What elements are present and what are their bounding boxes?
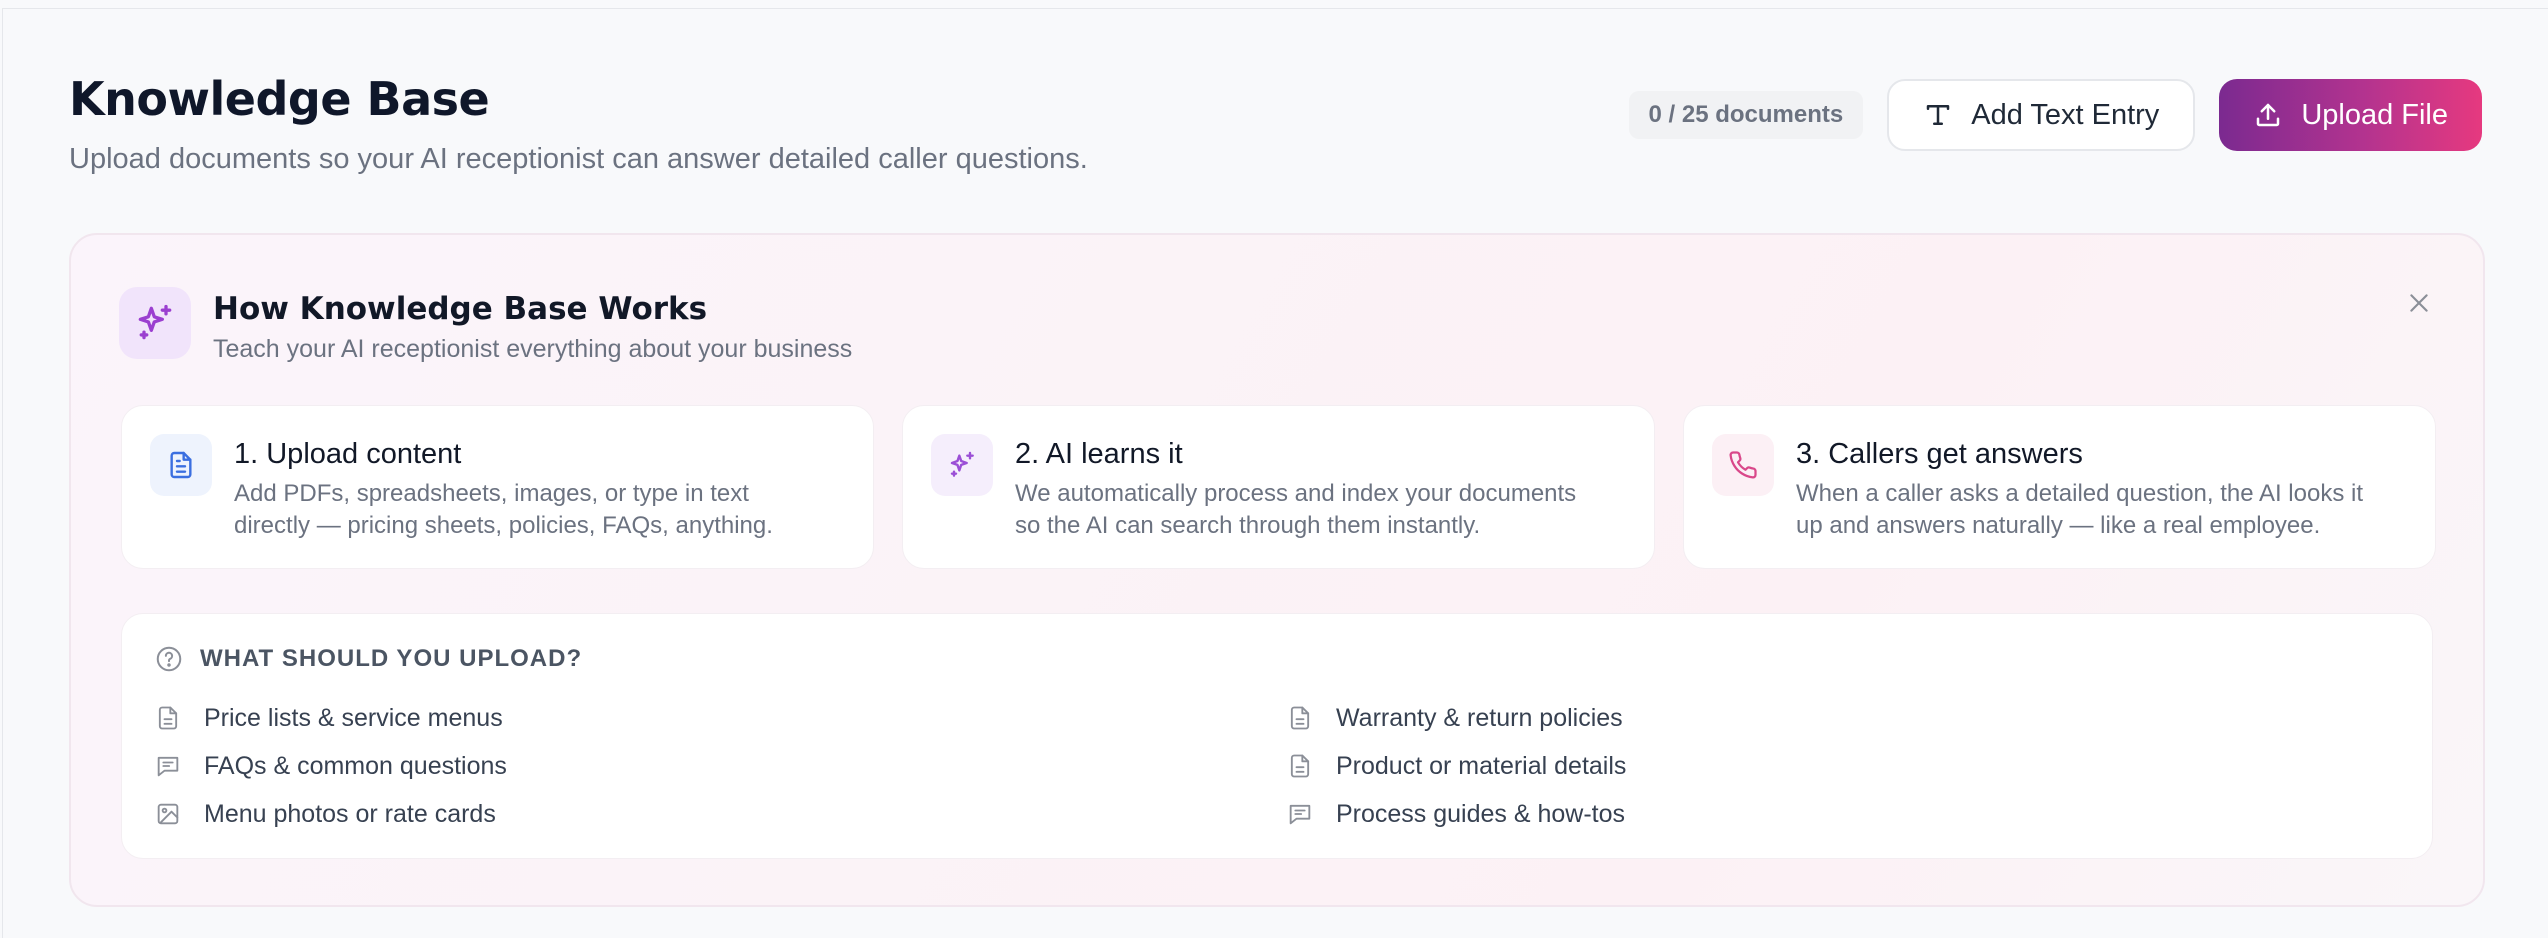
upload-suggestions-right: Warranty & return policies Product or ma… <box>1286 694 1626 838</box>
panel-header: How Knowledge Base Works Teach your AI r… <box>119 287 852 365</box>
upload-suggestion-label: Price lists & service menus <box>204 703 503 732</box>
document-icon <box>1290 754 1310 778</box>
step-description: Add PDFs, spreadsheets, images, or type … <box>234 478 773 542</box>
upload-icon <box>2257 103 2280 127</box>
text-icon <box>1927 105 1950 125</box>
sparkle-badge <box>119 287 191 359</box>
step-description-line: so the AI can search through them instan… <box>1015 512 1481 539</box>
step-icon-badge <box>150 434 212 496</box>
upload-suggestion-label: Process guides & how-tos <box>1336 799 1626 828</box>
image-icon <box>157 803 179 825</box>
panel-title: How Knowledge Base Works <box>213 291 708 327</box>
phone-icon <box>1729 451 1757 479</box>
step-icon-badge <box>931 434 993 496</box>
document-icon <box>170 451 192 479</box>
step-title: 3. Callers get answers <box>1796 438 2083 470</box>
step-description-line: When a caller asks a detailed question, … <box>1796 480 2363 507</box>
chat-icon <box>157 756 179 777</box>
upload-suggestion-item: Product or material details <box>1286 742 1626 790</box>
step-description: When a caller asks a detailed question, … <box>1796 478 2363 542</box>
upload-suggestions-left: Price lists & service menus FAQs & commo… <box>154 694 507 838</box>
step-description-line: up and answers naturally — like a real e… <box>1796 512 2321 539</box>
panel-subtitle: Teach your AI receptionist everything ab… <box>213 335 853 363</box>
step-title: 1. Upload content <box>234 438 462 470</box>
document-count-badge: 0 / 25 documents <box>1628 91 1864 139</box>
step-description-line: We automatically process and index your … <box>1015 480 1577 507</box>
upload-suggestion-label: FAQs & common questions <box>204 751 507 780</box>
close-icon <box>2410 294 2428 312</box>
upload-suggestion-item: Price lists & service menus <box>154 694 507 742</box>
upload-suggestions-header: WHAT SHOULD YOU UPLOAD? <box>154 644 582 674</box>
step-description: We automatically process and index your … <box>1015 478 1576 542</box>
upload-suggestion-label: Product or material details <box>1336 751 1627 780</box>
knowledge-base-page: Knowledge Base Upload documents so your … <box>2 8 2548 938</box>
sparkle-icon <box>138 304 172 340</box>
chat-icon <box>1289 804 1311 825</box>
step-card-upload: 1. Upload content Add PDFs, spreadsheets… <box>121 405 874 569</box>
upload-suggestions-box: WHAT SHOULD YOU UPLOAD? Price lists & se… <box>121 613 2433 859</box>
upload-suggestion-item: Process guides & how-tos <box>1286 790 1626 838</box>
add-text-entry-label: Add Text Entry <box>1971 98 2160 131</box>
step-title: 2. AI learns it <box>1015 438 1183 470</box>
close-panel-button[interactable] <box>2401 285 2437 321</box>
header-actions: 0 / 25 documents Add Text Entry Upload F… <box>1628 79 2482 151</box>
step-card-answers: 3. Callers get answers When a caller ask… <box>1683 405 2436 569</box>
document-icon <box>158 706 178 730</box>
upload-suggestion-label: Menu photos or rate cards <box>204 799 496 828</box>
upload-suggestion-item: Warranty & return policies <box>1286 694 1626 742</box>
upload-suggestion-item: Menu photos or rate cards <box>154 790 507 838</box>
steps-row: 1. Upload content Add PDFs, spreadsheets… <box>121 405 2436 569</box>
page-header: Knowledge Base Upload documents so your … <box>69 69 2518 199</box>
add-text-entry-button[interactable]: Add Text Entry <box>1887 79 2196 151</box>
help-circle-icon <box>156 646 182 672</box>
step-icon-badge <box>1712 434 1774 496</box>
upload-file-button[interactable]: Upload File <box>2219 79 2482 151</box>
upload-suggestion-label: Warranty & return policies <box>1336 703 1623 732</box>
step-description-line: Add PDFs, spreadsheets, images, or type … <box>234 480 749 507</box>
upload-suggestions-heading: WHAT SHOULD YOU UPLOAD? <box>200 645 583 672</box>
upload-suggestion-item: FAQs & common questions <box>154 742 507 790</box>
how-it-works-panel: How Knowledge Base Works Teach your AI r… <box>69 233 2485 907</box>
step-description-line: directly — pricing sheets, policies, FAQ… <box>234 512 773 539</box>
document-icon <box>1290 706 1310 730</box>
step-card-learn: 2. AI learns it We automatically process… <box>902 405 1655 569</box>
upload-file-label: Upload File <box>2301 98 2448 131</box>
sparkle-icon <box>950 451 974 477</box>
